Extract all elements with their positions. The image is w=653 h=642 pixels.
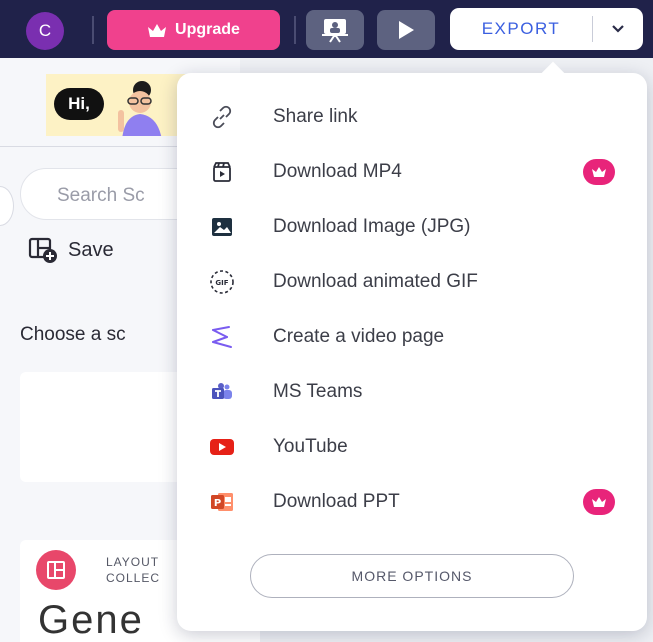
premium-crown-icon — [583, 159, 615, 185]
menu-item-ms-teams[interactable]: MS Teams — [177, 368, 647, 416]
menu-item-label: MS Teams — [273, 381, 363, 402]
menu-item-youtube[interactable]: YouTube — [177, 423, 647, 471]
panel-collapse-handle[interactable] — [0, 186, 14, 226]
link-icon — [205, 100, 239, 134]
menu-item-create-video-page[interactable]: Create a video page — [177, 313, 647, 361]
youtube-icon — [205, 430, 239, 464]
upgrade-button[interactable]: Upgrade — [107, 10, 280, 50]
svg-text:GIF: GIF — [215, 279, 228, 287]
search-placeholder: Search Sc — [57, 185, 145, 206]
menu-item-label: Download Image (JPG) — [273, 216, 471, 237]
upgrade-label: Upgrade — [175, 21, 240, 38]
menu-item-label: Download PPT — [273, 491, 400, 512]
layout-title: Gene — [38, 598, 144, 642]
presentation-icon — [322, 19, 348, 43]
layout-caption-line2: COLLEC — [106, 571, 161, 585]
image-icon — [205, 210, 239, 244]
gif-icon: GIF — [205, 265, 239, 299]
more-options-button[interactable]: MORE OPTIONS — [250, 554, 574, 598]
chevron-down-icon — [612, 25, 624, 33]
character-illustration — [118, 81, 162, 136]
premium-crown-icon — [583, 489, 615, 515]
user-avatar[interactable]: C — [26, 12, 64, 50]
add-layout-icon — [28, 237, 57, 263]
export-dropdown-toggle[interactable] — [593, 25, 643, 33]
menu-item-share-link[interactable]: Share link — [177, 93, 647, 141]
crown-icon — [148, 23, 167, 37]
menu-item-label: Download animated GIF — [273, 271, 478, 292]
save-label: Save — [68, 238, 114, 261]
present-button[interactable] — [306, 10, 364, 50]
top-bar: C Upgrade EXPORT — [0, 0, 653, 58]
ms-teams-icon — [205, 375, 239, 409]
layout-icon — [36, 550, 76, 590]
save-scene-button[interactable]: Save — [28, 236, 114, 264]
play-preview-button[interactable] — [377, 10, 435, 50]
video-page-icon — [205, 320, 239, 354]
menu-item-download-jpg[interactable]: Download Image (JPG) — [177, 203, 647, 251]
svg-text:P: P — [214, 498, 221, 509]
play-icon — [399, 21, 414, 39]
menu-item-download-gif[interactable]: GIF Download animated GIF — [177, 258, 647, 306]
toolbar-divider — [92, 16, 94, 44]
layout-caption-line1: LAYOUT — [106, 555, 160, 569]
export-label[interactable]: EXPORT — [450, 19, 592, 39]
menu-item-label: Share link — [273, 106, 358, 127]
menu-item-label: Download MP4 — [273, 161, 402, 182]
hi-speech-bubble: Hi, — [54, 88, 104, 120]
choose-scene-heading: Choose a sc — [20, 324, 126, 345]
menu-item-label: Create a video page — [273, 326, 445, 347]
export-button[interactable]: EXPORT — [450, 8, 643, 50]
menu-item-download-mp4[interactable]: Download MP4 — [177, 148, 647, 196]
video-file-icon — [205, 155, 239, 189]
layout-caption: LAYOUT COLLEC — [106, 554, 160, 586]
menu-item-download-ppt[interactable]: P Download PPT — [177, 478, 647, 526]
export-dropdown-menu: Share link Download MP4 Download Image (… — [177, 73, 647, 631]
toolbar-divider — [294, 16, 296, 44]
menu-item-label: YouTube — [273, 436, 348, 457]
powerpoint-icon: P — [205, 485, 239, 519]
